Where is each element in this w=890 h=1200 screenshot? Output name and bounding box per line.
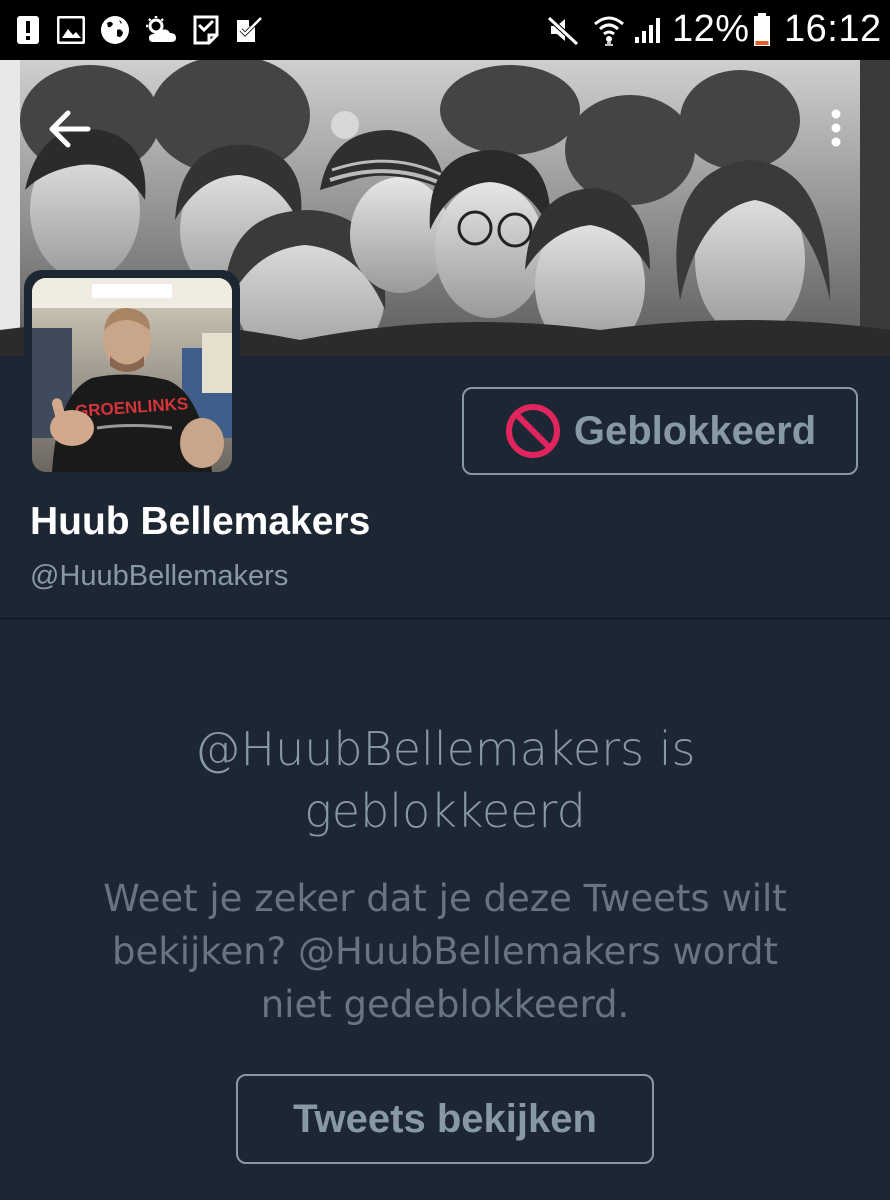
blocked-title: @HuubBellemakers is geblokkeerd bbox=[0, 718, 890, 842]
arrow-left-icon bbox=[49, 110, 91, 148]
alert-icon bbox=[14, 14, 42, 46]
blocked-title-line2: geblokkeerd bbox=[304, 784, 586, 838]
battery-percentage: 12% bbox=[672, 8, 750, 50]
view-tweets-button[interactable]: Tweets bekijken bbox=[236, 1074, 654, 1164]
blocked-title-line1: @HuubBellemakers is bbox=[194, 722, 696, 776]
mute-icon bbox=[546, 14, 580, 46]
more-vert-icon bbox=[831, 109, 841, 147]
blocked-desc-line3: niet gedeblokkeerd. bbox=[260, 983, 630, 1026]
avatar-photo: GROENLINKS bbox=[32, 278, 232, 472]
display-name: Huub Bellemakers bbox=[30, 500, 371, 543]
back-button[interactable] bbox=[44, 103, 96, 155]
status-bar: 12% 16:12 bbox=[0, 0, 890, 60]
view-tweets-label: Tweets bekijken bbox=[293, 1096, 597, 1141]
check-icon bbox=[234, 14, 264, 46]
blocked-button-label: Geblokkeerd bbox=[573, 408, 817, 453]
avatar[interactable]: GROENLINKS bbox=[24, 270, 240, 480]
blocked-button[interactable]: Geblokkeerd bbox=[462, 387, 858, 475]
more-options-button[interactable] bbox=[820, 103, 852, 155]
gallery-icon bbox=[56, 14, 86, 46]
block-icon bbox=[505, 404, 560, 458]
globe-icon bbox=[98, 14, 132, 46]
blocked-description: Weet je zeker dat je deze Tweets wilt be… bbox=[60, 872, 830, 1031]
weather-icon bbox=[142, 14, 182, 46]
battery-icon bbox=[752, 12, 772, 48]
wifi-icon bbox=[592, 14, 626, 46]
task-icon bbox=[192, 14, 220, 46]
user-handle: @HuubBellemakers bbox=[30, 560, 289, 592]
blocked-desc-line1: Weet je zeker dat je deze Tweets wilt bbox=[103, 877, 787, 920]
signal-icon bbox=[632, 14, 666, 46]
blocked-desc-line2: bekijken? @HuubBellemakers wordt bbox=[112, 930, 778, 973]
clock: 16:12 bbox=[784, 8, 882, 50]
